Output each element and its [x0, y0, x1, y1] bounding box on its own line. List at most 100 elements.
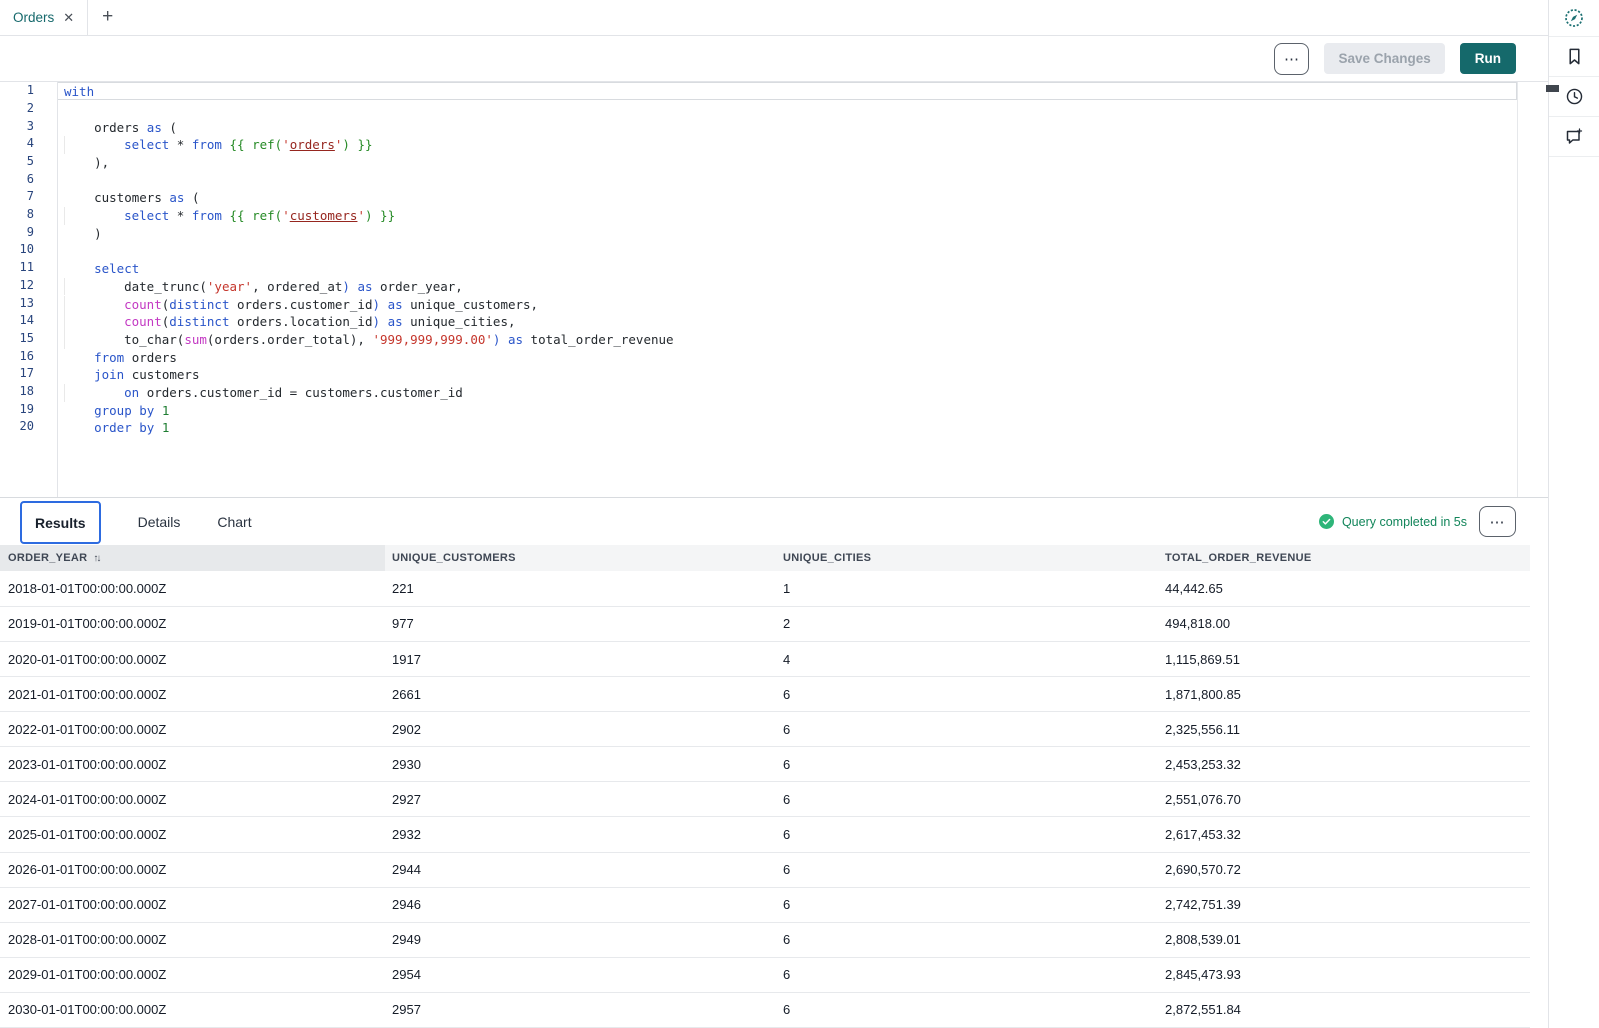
code-line-row[interactable]: 12 date_trunc('year', ordered_at) as ord…: [0, 277, 1548, 295]
code-line-row[interactable]: 7 customers as (: [0, 188, 1548, 206]
code-line[interactable]: to_char(sum(orders.order_total), '999,99…: [57, 330, 1517, 348]
editor-toolbar: ⋯ Save Changes Run: [0, 36, 1548, 82]
code-line[interactable]: count(distinct orders.location_id) as un…: [57, 312, 1517, 330]
query-status-text: Query completed in 5s: [1342, 515, 1467, 529]
code-line[interactable]: from orders: [57, 348, 1517, 366]
column-header-label: TOTAL_ORDER_REVENUE: [1165, 552, 1311, 564]
table-cell: 1917: [385, 641, 776, 676]
code-line-row[interactable]: 9 ): [0, 224, 1548, 242]
copilot-button[interactable]: [1549, 0, 1599, 37]
code-line-row[interactable]: 4 select * from {{ ref('orders') }}: [0, 135, 1548, 153]
history-icon: [1565, 87, 1584, 106]
table-cell: 2029-01-01T00:00:00.000Z: [0, 957, 385, 992]
code-line-row[interactable]: 20 order by 1: [0, 418, 1548, 436]
tab-orders-label: Orders: [13, 10, 54, 25]
code-line[interactable]: with: [57, 82, 1517, 100]
line-number: 11: [0, 259, 57, 277]
code-line[interactable]: order by 1: [57, 418, 1517, 436]
line-number: 8: [0, 206, 57, 224]
close-icon[interactable]: ✕: [63, 11, 74, 24]
results-more-button[interactable]: ⋯: [1479, 506, 1516, 537]
line-number: 20: [0, 418, 57, 436]
history-button[interactable]: [1549, 77, 1599, 117]
code-line-row[interactable]: 15 to_char(sum(orders.order_total), '999…: [0, 330, 1548, 348]
code-line[interactable]: ): [57, 224, 1517, 242]
table-cell: 6: [776, 782, 1158, 817]
code-line[interactable]: join customers: [57, 365, 1517, 383]
run-button[interactable]: Run: [1460, 43, 1516, 74]
sql-editor[interactable]: 1with23 orders as (4 select * from {{ re…: [0, 82, 1548, 497]
scrollbar-thumb[interactable]: [1546, 85, 1559, 92]
code-line[interactable]: select * from {{ ref('orders') }}: [57, 135, 1517, 153]
column-header[interactable]: ORDER_YEAR↑↓: [0, 545, 385, 571]
code-line-row[interactable]: 1with: [0, 82, 1548, 100]
table-cell: 2,617,453.32: [1158, 817, 1530, 852]
app-window: Orders ✕ + ⋯ Save Changes Run 1with23 or…: [0, 0, 1599, 1028]
code-line-row[interactable]: 3 orders as (: [0, 118, 1548, 136]
code-line-row[interactable]: 6: [0, 171, 1548, 189]
line-number: 3: [0, 118, 57, 136]
line-number: 15: [0, 330, 57, 348]
code-line-row[interactable]: 10: [0, 241, 1548, 259]
column-header[interactable]: UNIQUE_CITIES: [776, 545, 1158, 571]
bookmark-icon: [1565, 47, 1584, 66]
line-number: 14: [0, 312, 57, 330]
code-line-row[interactable]: 13 count(distinct orders.customer_id) as…: [0, 295, 1548, 313]
table-row: 2026-01-01T00:00:00.000Z294462,690,570.7…: [0, 852, 1530, 887]
table-cell: 1,871,800.85: [1158, 677, 1530, 712]
code-line[interactable]: count(distinct orders.customer_id) as un…: [57, 295, 1517, 313]
table-row: 2024-01-01T00:00:00.000Z292762,551,076.7…: [0, 782, 1530, 817]
code-line-row[interactable]: 19 group by 1: [0, 401, 1548, 419]
table-cell: 2: [776, 606, 1158, 641]
table-cell: 2,808,539.01: [1158, 922, 1530, 957]
code-line-row[interactable]: 16 from orders: [0, 348, 1548, 366]
more-options-button[interactable]: ⋯: [1274, 43, 1309, 75]
tab-results[interactable]: Results: [20, 501, 101, 544]
table-cell: 6: [776, 817, 1158, 852]
code-line[interactable]: group by 1: [57, 401, 1517, 419]
column-header[interactable]: UNIQUE_CUSTOMERS: [385, 545, 776, 571]
code-line-row[interactable]: 11 select: [0, 259, 1548, 277]
bookmarks-button[interactable]: [1549, 37, 1599, 77]
table-cell: 2026-01-01T00:00:00.000Z: [0, 852, 385, 887]
new-tab-button[interactable]: +: [88, 0, 127, 35]
code-line[interactable]: customers as (: [57, 188, 1517, 206]
code-line[interactable]: [57, 100, 1517, 118]
code-line[interactable]: orders as (: [57, 118, 1517, 136]
line-number: 16: [0, 348, 57, 366]
table-cell: 2,845,473.93: [1158, 957, 1530, 992]
table-cell: 2932: [385, 817, 776, 852]
code-line-row[interactable]: 14 count(distinct orders.location_id) as…: [0, 312, 1548, 330]
tab-details[interactable]: Details: [138, 514, 181, 530]
ai-chat-button[interactable]: [1549, 117, 1599, 157]
table-cell: 2,325,556.11: [1158, 712, 1530, 747]
ellipsis-icon: ⋯: [1490, 513, 1506, 531]
code-line[interactable]: select * from {{ ref('customers') }}: [57, 206, 1517, 224]
table-cell: 6: [776, 852, 1158, 887]
table-cell: 2661: [385, 677, 776, 712]
indent-guide: [64, 278, 94, 296]
code-line[interactable]: [57, 171, 1517, 189]
code-line-row[interactable]: 2: [0, 100, 1548, 118]
code-line-row[interactable]: 18 on orders.customer_id = customers.cus…: [0, 383, 1548, 401]
table-cell: 6: [776, 887, 1158, 922]
code-line[interactable]: select: [57, 259, 1517, 277]
line-number: 19: [0, 401, 57, 419]
line-number: 18: [0, 383, 57, 401]
results-table: ORDER_YEAR↑↓UNIQUE_CUSTOMERSUNIQUE_CITIE…: [0, 545, 1530, 1028]
table-cell: 2,453,253.32: [1158, 747, 1530, 782]
save-changes-button[interactable]: Save Changes: [1324, 43, 1444, 74]
code-line-row[interactable]: 8 select * from {{ ref('customers') }}: [0, 206, 1548, 224]
code-line[interactable]: date_trunc('year', ordered_at) as order_…: [57, 277, 1517, 295]
code-line[interactable]: ),: [57, 153, 1517, 171]
table-cell: 2930: [385, 747, 776, 782]
code-line[interactable]: on orders.customer_id = customers.custom…: [57, 383, 1517, 401]
code-line-row[interactable]: 5 ),: [0, 153, 1548, 171]
tab-chart[interactable]: Chart: [217, 514, 251, 530]
code-line-row[interactable]: 17 join customers: [0, 365, 1548, 383]
table-cell: 1: [776, 571, 1158, 606]
column-header[interactable]: TOTAL_ORDER_REVENUE: [1158, 545, 1530, 571]
code-line[interactable]: [57, 241, 1517, 259]
tab-orders[interactable]: Orders ✕: [0, 0, 88, 35]
table-row: 2028-01-01T00:00:00.000Z294962,808,539.0…: [0, 922, 1530, 957]
